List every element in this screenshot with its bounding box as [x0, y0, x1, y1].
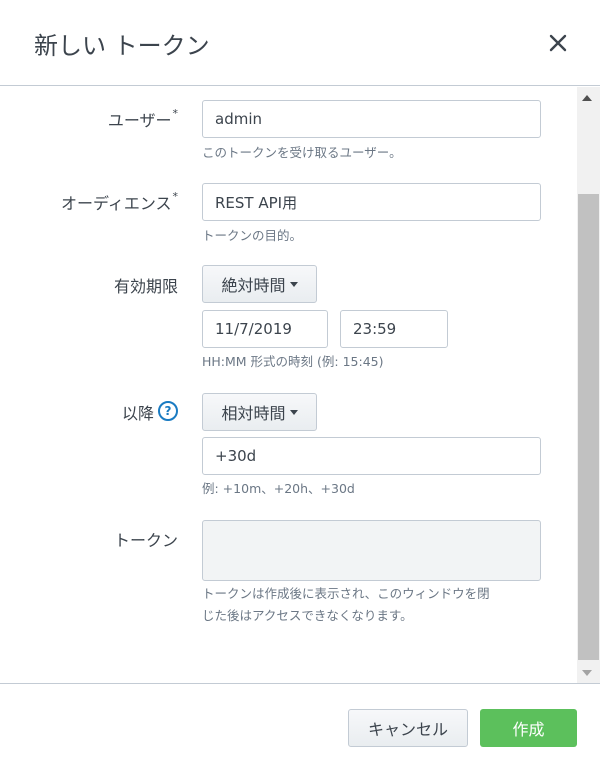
question-circle-icon[interactable]: ? [158, 401, 178, 421]
audience-label: オーディエンス* [60, 190, 179, 213]
not-before-input[interactable] [202, 437, 541, 475]
create-button[interactable]: 作成 [480, 709, 577, 747]
not-before-help-text: 例: +10m、+20h、+30d [202, 481, 355, 496]
caret-down-icon [289, 409, 298, 415]
not-before-mode-dropdown[interactable]: 相対時間 [202, 393, 317, 431]
dialog-body: ユーザー* このトークンを受け取るユーザー。 オーディエンス* トークンの目的。… [0, 87, 600, 684]
expiration-mode-dropdown[interactable]: 絶対時間 [202, 265, 317, 303]
dialog-title: 新しい トークン [34, 32, 210, 60]
scroll-up-arrow-icon[interactable] [582, 95, 592, 101]
token-help-line-2: じた後はアクセスできなくなります。 [202, 608, 413, 623]
dialog-header: 新しい トークン [0, 0, 600, 86]
required-mark: * [172, 190, 179, 203]
audience-help-text: トークンの目的。 [202, 228, 303, 243]
close-button[interactable] [542, 28, 574, 58]
token-help-line-1: トークンは作成後に表示され、このウィンドウを閉 [202, 586, 490, 601]
user-label: ユーザー* [107, 107, 179, 130]
user-input[interactable] [202, 100, 541, 138]
expiration-date-input[interactable] [202, 310, 328, 348]
not-before-mode-label: 相対時間 [221, 404, 286, 423]
expiration-help-text: HH:MM 形式の時刻 (例: 15:45) [202, 354, 384, 369]
required-mark: * [172, 107, 179, 120]
caret-down-icon [289, 281, 298, 287]
close-icon [549, 34, 567, 52]
user-help-text: このトークンを受け取るユーザー。 [202, 145, 402, 160]
token-label: トークン [113, 531, 178, 550]
token-output-field[interactable] [202, 520, 541, 581]
audience-input[interactable] [202, 183, 541, 221]
scrollbar-thumb[interactable] [578, 194, 599, 660]
not-before-label: 以降 [121, 404, 154, 423]
expiration-mode-label: 絶対時間 [221, 276, 286, 295]
expiration-label: 有効期限 [113, 277, 178, 296]
expiration-time-input[interactable] [340, 310, 448, 348]
scroll-down-arrow-icon[interactable] [582, 670, 592, 676]
cancel-button[interactable]: キャンセル [348, 709, 468, 747]
new-token-dialog: 新しい トークン ユーザー* このトークンを受け取るユーザー。 オーディエンス*… [0, 0, 600, 771]
dialog-footer: キャンセル 作成 [0, 685, 600, 771]
